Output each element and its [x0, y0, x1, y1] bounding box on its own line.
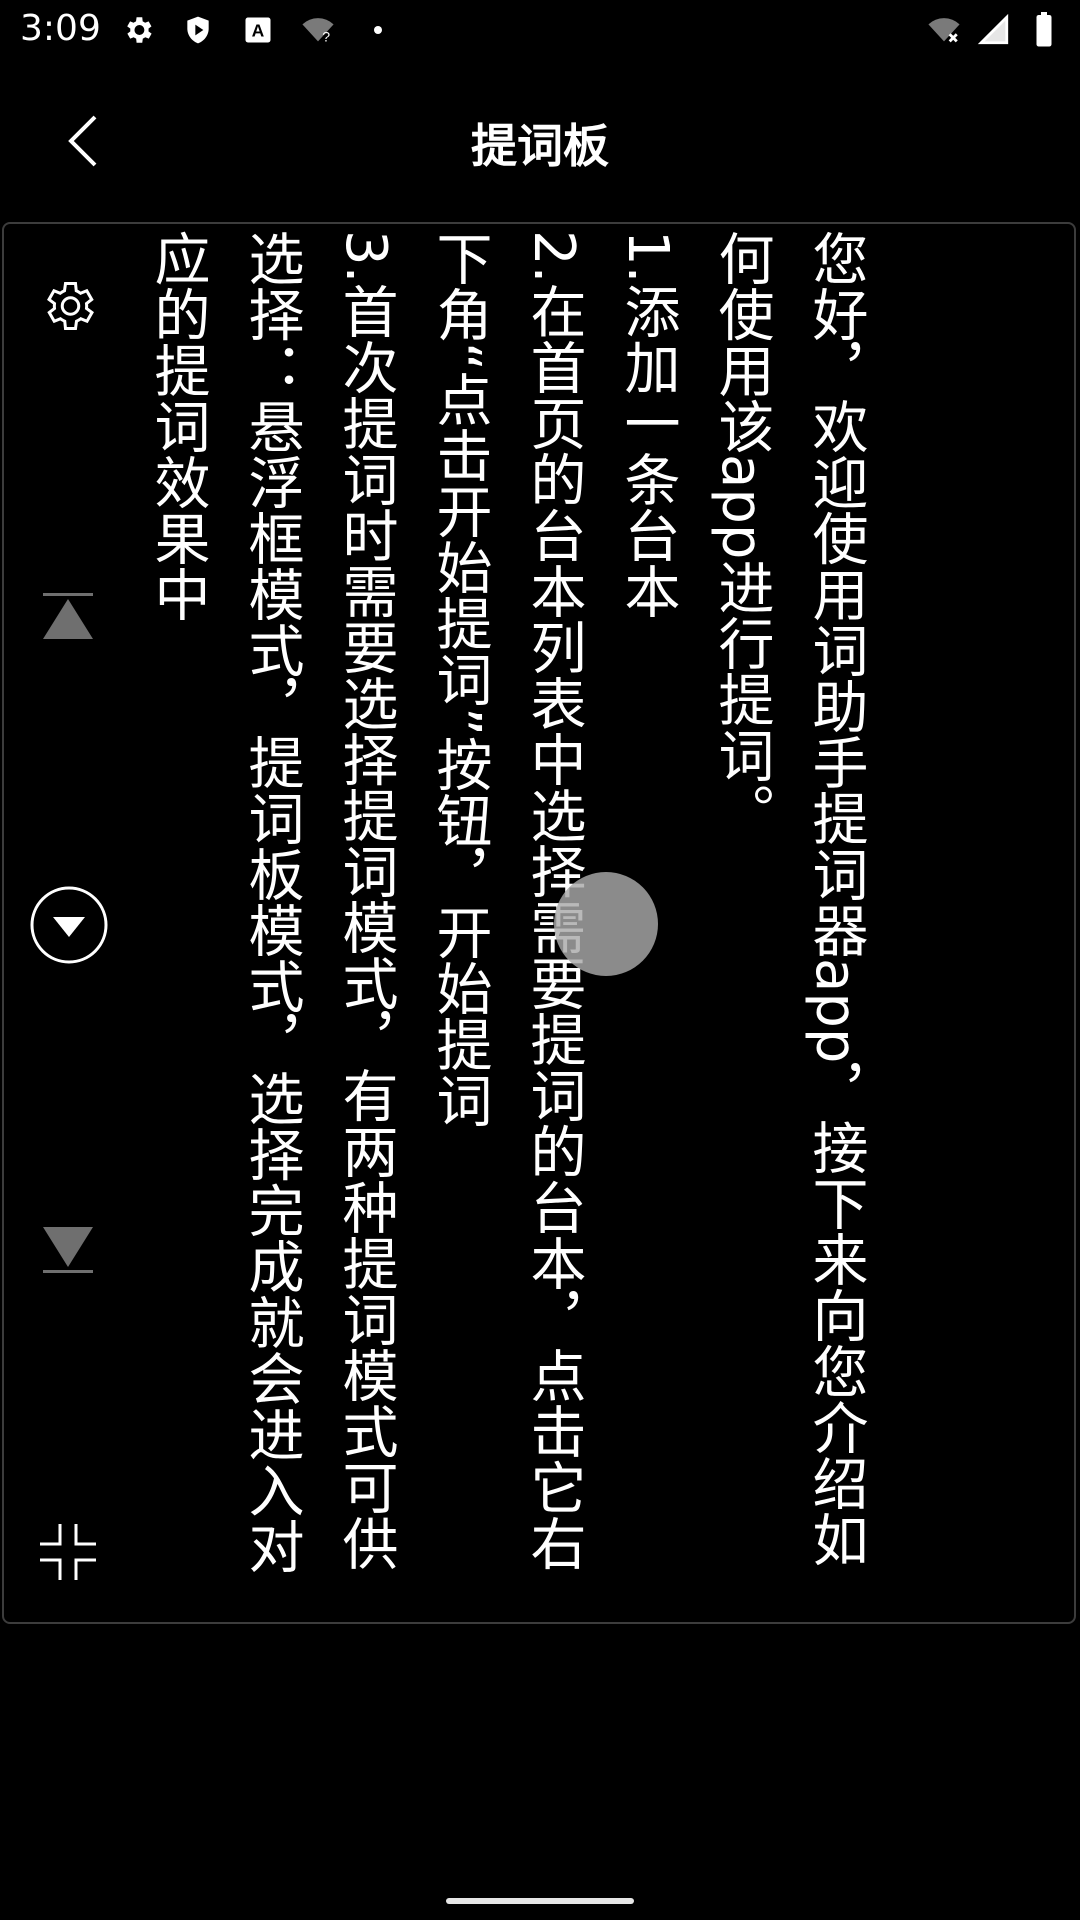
home-indicator[interactable] — [446, 1898, 634, 1904]
app-bar: 提词板 — [0, 80, 1080, 205]
wifi-off-icon — [926, 12, 962, 48]
floating-ball[interactable] — [554, 872, 658, 976]
prompter-board: 您好，欢迎使用词助手提词器app，接下来向您介绍如何使用该app进行提词。 1.… — [2, 222, 1076, 1624]
shield-icon — [180, 12, 216, 48]
svg-text:A: A — [252, 20, 265, 40]
speed-up-button[interactable] — [30, 582, 106, 652]
wifi-question-icon: ? — [300, 12, 336, 48]
play-button[interactable] — [28, 884, 110, 966]
circle-triangle-down-icon — [30, 886, 108, 964]
prompter-controls — [4, 224, 134, 1622]
triangle-down-icon — [43, 1227, 93, 1273]
page-title: 提词板 — [471, 119, 609, 173]
status-time: 3:09 — [20, 8, 101, 49]
shrink-button[interactable] — [30, 1514, 106, 1590]
svg-text:?: ? — [322, 29, 330, 45]
settings-button[interactable] — [30, 268, 106, 344]
status-icons-right — [926, 12, 1062, 48]
script-text: 您好，欢迎使用词助手提词器app，接下来向您介绍如何使用该app进行提词。 1.… — [145, 230, 868, 1574]
collapse-corners-icon — [40, 1524, 96, 1580]
gear-outline-icon — [47, 282, 94, 330]
status-bar: 3:09 A ? — [0, 0, 1080, 64]
status-icons-left: A ? — [120, 12, 396, 48]
signal-icon — [976, 12, 1012, 48]
gear-icon — [120, 12, 156, 48]
speed-down-button[interactable] — [30, 1214, 106, 1284]
triangle-up-icon — [43, 593, 93, 639]
dot-icon — [360, 12, 396, 48]
a-box-icon: A — [240, 12, 276, 48]
script-text-area[interactable]: 您好，欢迎使用词助手提词器app，接下来向您介绍如何使用该app进行提词。 1.… — [132, 230, 922, 1620]
battery-icon — [1026, 12, 1062, 48]
